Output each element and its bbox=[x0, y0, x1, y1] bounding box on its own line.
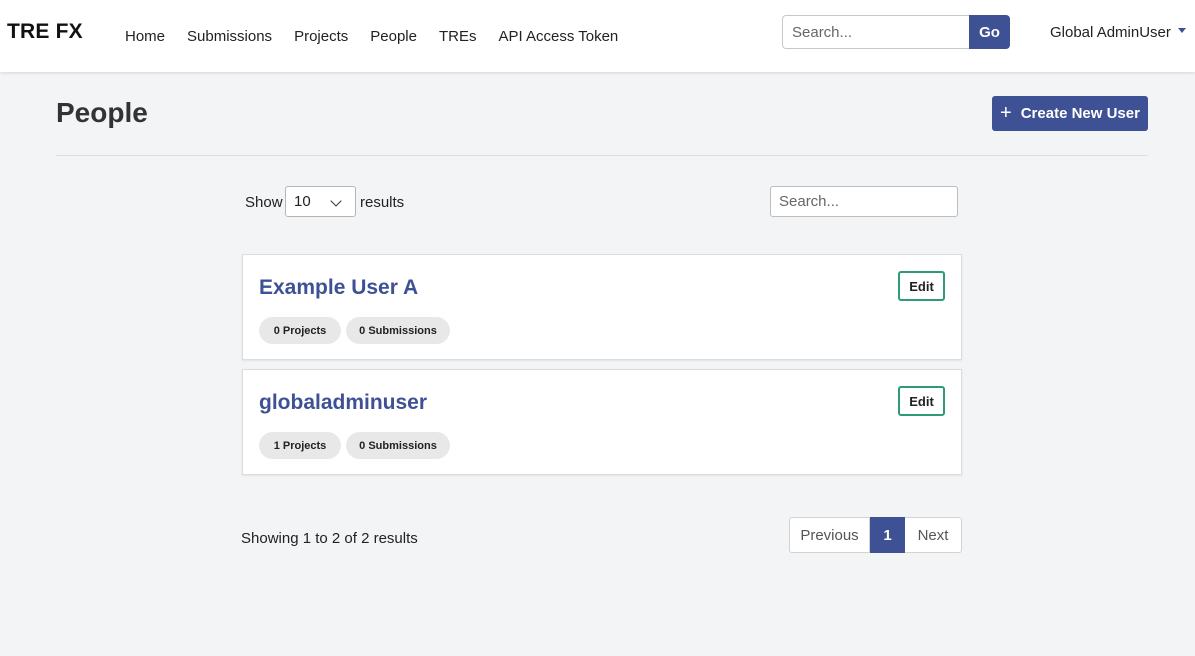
nav-home[interactable]: Home bbox=[125, 28, 165, 45]
chevron-down-icon bbox=[330, 195, 342, 207]
user-name-link[interactable]: Example User A bbox=[259, 276, 418, 300]
current-page-button[interactable]: 1 bbox=[870, 517, 905, 553]
next-page-button[interactable]: Next bbox=[905, 517, 962, 553]
user-card: Example User A Edit 0 Projects 0 Submiss… bbox=[242, 254, 962, 360]
create-new-user-label: Create New User bbox=[1020, 105, 1140, 122]
submissions-count-badge[interactable]: 0 Submissions bbox=[346, 317, 450, 344]
nav-people[interactable]: People bbox=[370, 28, 417, 45]
edit-user-button[interactable]: Edit bbox=[898, 386, 945, 416]
user-name-link[interactable]: globaladminuser bbox=[259, 391, 427, 415]
page-size-value: 10 bbox=[294, 193, 311, 210]
previous-page-button[interactable]: Previous bbox=[789, 517, 870, 553]
user-card: globaladminuser Edit 1 Projects 0 Submis… bbox=[242, 369, 962, 475]
results-label: results bbox=[360, 194, 405, 211]
nav-projects[interactable]: Projects bbox=[294, 28, 348, 45]
nav-api-access-token[interactable]: API Access Token bbox=[498, 28, 618, 45]
search-go-button[interactable]: Go bbox=[969, 15, 1010, 49]
projects-count-badge[interactable]: 0 Projects bbox=[259, 317, 341, 344]
edit-user-button[interactable]: Edit bbox=[898, 271, 945, 301]
nav-submissions[interactable]: Submissions bbox=[187, 28, 272, 45]
user-menu-dropdown[interactable]: Global AdminUser bbox=[1050, 24, 1186, 41]
global-search-input[interactable] bbox=[782, 15, 970, 49]
create-new-user-button[interactable]: + Create New User bbox=[992, 96, 1148, 131]
pagination-summary: Showing 1 to 2 of 2 results bbox=[241, 530, 418, 547]
header-divider bbox=[56, 155, 1148, 156]
projects-count-badge[interactable]: 1 Projects bbox=[259, 432, 341, 459]
people-search-input[interactable] bbox=[770, 186, 958, 217]
plus-icon: + bbox=[1000, 101, 1012, 124]
top-navbar: TRE FX Home Submissions Projects People … bbox=[0, 0, 1195, 72]
caret-down-icon bbox=[1177, 28, 1186, 33]
main-nav: Home Submissions Projects People TREs AP… bbox=[125, 0, 640, 72]
show-label: Show bbox=[245, 194, 283, 211]
nav-tres[interactable]: TREs bbox=[439, 28, 477, 45]
brand-logo[interactable]: TRE FX bbox=[7, 20, 83, 44]
page-size-select[interactable]: 10 bbox=[285, 186, 356, 217]
pagination: Previous 1 Next bbox=[789, 517, 962, 553]
page-title: People bbox=[56, 97, 148, 128]
submissions-count-badge[interactable]: 0 Submissions bbox=[346, 432, 450, 459]
user-menu-label: Global AdminUser bbox=[1050, 24, 1171, 41]
